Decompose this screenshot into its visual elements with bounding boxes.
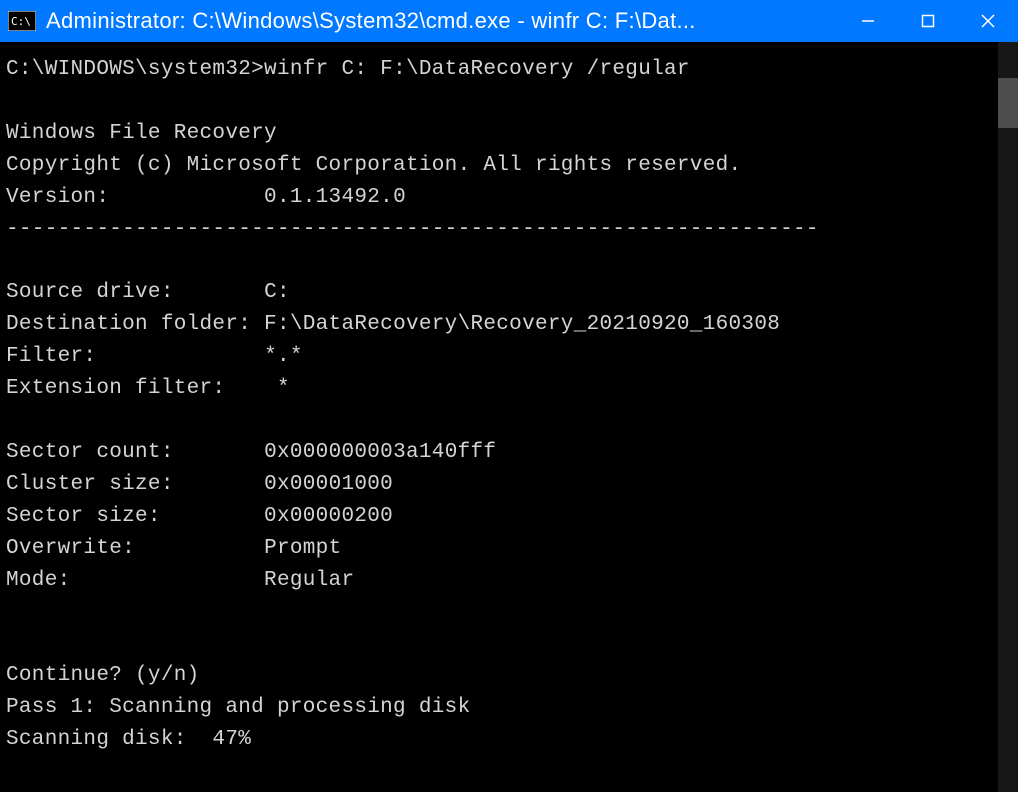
maximize-button[interactable] — [898, 0, 958, 42]
filter-label: Filter: — [6, 345, 96, 368]
cmd-icon: C:\ — [8, 11, 36, 31]
sector-count-label: Sector count: — [6, 441, 174, 464]
version-value: 0.1.13492.0 — [264, 186, 406, 209]
overwrite-label: Overwrite: — [6, 537, 135, 560]
filter-value: *.* — [264, 345, 303, 368]
scrollbar-track[interactable] — [998, 42, 1018, 792]
sector-size-label: Sector size: — [6, 505, 161, 528]
version-label: Version: — [6, 186, 109, 209]
continue-prompt: Continue? (y/n) — [6, 664, 200, 687]
window-titlebar: C:\ Administrator: C:\Windows\System32\c… — [0, 0, 1018, 42]
destination-value: F:\DataRecovery\Recovery_20210920_160308 — [264, 313, 780, 336]
ext-filter-value: * — [277, 377, 290, 400]
prompt: C:\WINDOWS\system32> — [6, 58, 264, 81]
app-name: Windows File Recovery — [6, 122, 277, 145]
sector-size-value: 0x00000200 — [264, 505, 393, 528]
window-title: Administrator: C:\Windows\System32\cmd.e… — [46, 8, 838, 34]
close-button[interactable] — [958, 0, 1018, 42]
source-drive-label: Source drive: — [6, 281, 174, 304]
copyright: Copyright (c) Microsoft Corporation. All… — [6, 154, 741, 177]
scrollbar-thumb[interactable] — [998, 78, 1018, 128]
overwrite-value: Prompt — [264, 537, 341, 560]
destination-label: Destination folder: — [6, 313, 251, 336]
command: winfr C: F:\DataRecovery /regular — [264, 58, 690, 81]
terminal-output[interactable]: C:\WINDOWS\system32>winfr C: F:\DataReco… — [0, 42, 1018, 792]
cluster-size-value: 0x00001000 — [264, 473, 393, 496]
ext-filter-label: Extension filter: — [6, 377, 225, 400]
mode-value: Regular — [264, 569, 354, 592]
sector-count-value: 0x000000003a140fff — [264, 441, 496, 464]
cluster-size-label: Cluster size: — [6, 473, 174, 496]
mode-label: Mode: — [6, 569, 71, 592]
scanning-line: Scanning disk: 47% — [6, 728, 251, 751]
separator: ----------------------------------------… — [6, 218, 819, 241]
minimize-button[interactable] — [838, 0, 898, 42]
window-controls — [838, 0, 1018, 42]
pass-line: Pass 1: Scanning and processing disk — [6, 696, 470, 719]
source-drive-value: C: — [264, 281, 290, 304]
svg-text:C:\: C:\ — [11, 15, 31, 28]
